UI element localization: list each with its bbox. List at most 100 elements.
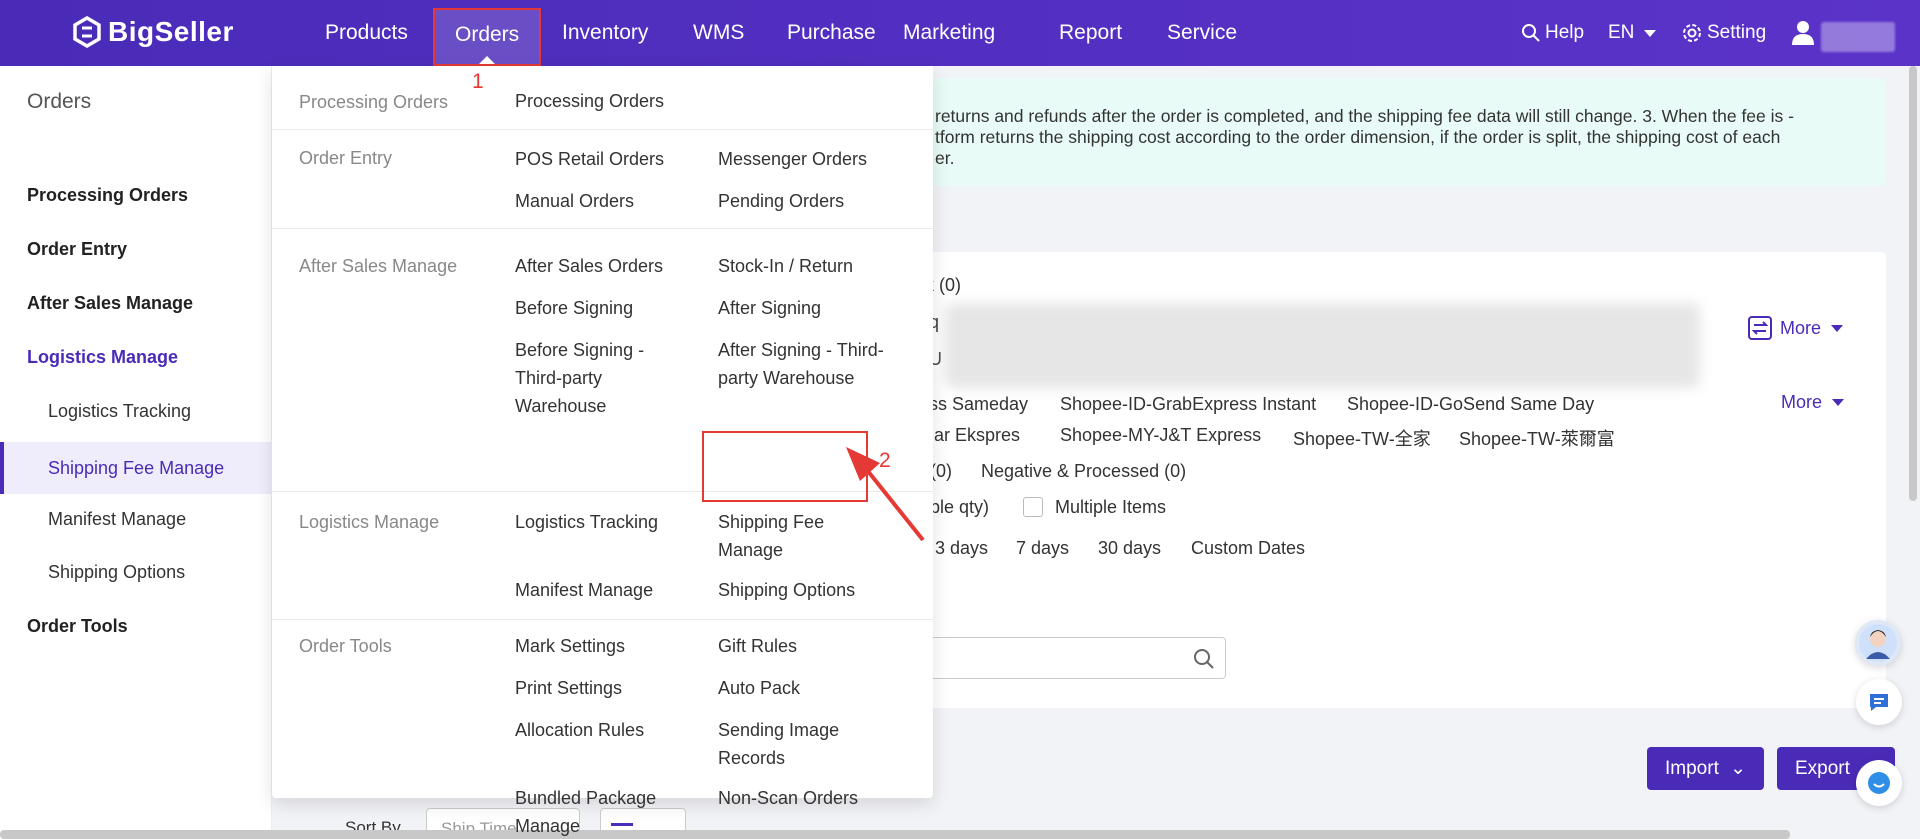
smile-icon	[1868, 772, 1890, 794]
date-custom[interactable]: Custom Dates	[1191, 538, 1305, 559]
menu-item-processing-orders[interactable]: Processing Orders	[515, 87, 664, 115]
carrier-option[interactable]: Shopee-MY-J&T Express	[1060, 425, 1261, 446]
annotation-arrow-icon	[846, 447, 925, 542]
sidebar-item-order-entry[interactable]: Order Entry	[0, 228, 272, 270]
top-navigation-bar: BigSeller Products Orders Inventory WMS …	[0, 0, 1920, 66]
sidebar-item-processing-orders[interactable]: Processing Orders	[0, 174, 272, 216]
menu-section-processing-orders: Processing Orders Processing Orders Orde…	[272, 66, 933, 229]
vertical-scrollbar[interactable]	[1909, 66, 1917, 501]
support-avatar[interactable]	[1855, 620, 1901, 666]
menu-section-label: Order Tools	[299, 636, 392, 656]
nav-inventory[interactable]: Inventory	[562, 0, 648, 66]
status-option[interactable]: (0)	[930, 461, 952, 482]
sidebar-item-logistics-tracking[interactable]: Logistics Tracking	[0, 390, 272, 432]
more-label-2: More	[1781, 392, 1823, 412]
menu-item-manifest-manage[interactable]: Manifest Manage	[515, 576, 653, 604]
menu-item-sending-image-records[interactable]: Sending Image Records	[718, 716, 878, 772]
menu-section-label: After Sales Manage	[299, 256, 458, 276]
notice-line-1: returns and refunds after the order is c…	[935, 106, 1794, 126]
more-label-1: More	[1780, 317, 1822, 338]
sidebar: Orders Processing Orders Order Entry Aft…	[0, 66, 272, 839]
menu-item-pending-orders[interactable]: Pending Orders	[718, 187, 844, 215]
chevron-down-icon	[1644, 29, 1657, 37]
import-label: Import	[1665, 758, 1719, 779]
bigseller-logo[interactable]: BigSeller	[72, 16, 234, 48]
menu-item-print-settings[interactable]: Print Settings	[515, 674, 622, 702]
sidebar-title: Orders	[27, 90, 92, 113]
search-icon	[1522, 24, 1540, 42]
export-label: Export	[1795, 758, 1850, 779]
date-3-days[interactable]: 3 days	[935, 538, 988, 559]
user-icon[interactable]	[1791, 20, 1815, 46]
chevron-down-icon	[1832, 399, 1845, 406]
nav-orders[interactable]: Orders	[433, 8, 542, 66]
nav-service[interactable]: Service	[1167, 0, 1237, 66]
feedback-button[interactable]	[1856, 760, 1902, 806]
menu-item-after-signing-third-party[interactable]: After Signing - Third-party Warehouse	[718, 336, 908, 392]
nav-purchase[interactable]: Purchase	[787, 0, 876, 66]
sidebar-item-after-sales-manage[interactable]: After Sales Manage	[0, 282, 272, 324]
sidebar-item-shipping-options[interactable]: Shipping Options	[0, 551, 272, 593]
sidebar-item-manifest-manage[interactable]: Manifest Manage	[0, 498, 272, 540]
menu-item-allocation-rules[interactable]: Allocation Rules	[515, 716, 644, 744]
menu-item-bundled-package-manage[interactable]: Bundled Package Manage	[515, 784, 675, 839]
menu-item-manual-orders[interactable]: Manual Orders	[515, 187, 634, 215]
menu-item-logistics-tracking[interactable]: Logistics Tracking	[515, 508, 658, 536]
menu-item-stock-in-return[interactable]: Stock-In / Return	[718, 252, 853, 280]
menu-section-label: Processing Orders	[299, 92, 449, 112]
help-link[interactable]: Help	[1521, 0, 1584, 66]
menu-item-before-signing-third-party[interactable]: Before Signing - Third-party Warehouse	[515, 336, 675, 420]
notice-line-2: tform returns the shipping cost accordin…	[935, 127, 1781, 147]
bigseller-logo-icon	[73, 16, 101, 48]
chevron-down-icon	[1831, 324, 1844, 332]
menu-item-non-scan-orders[interactable]: Non-Scan Orders	[718, 784, 858, 812]
menu-item-after-sales-orders[interactable]: After Sales Orders	[515, 252, 663, 280]
menu-item-messenger-orders[interactable]: Messenger Orders	[718, 145, 867, 173]
language-selector[interactable]: EN	[1608, 0, 1657, 66]
horizontal-scrollbar[interactable]	[0, 830, 1790, 839]
menu-item-auto-pack[interactable]: Auto Pack	[718, 674, 800, 702]
carrier-option[interactable]: Shopee-ID-GoSend Same Day	[1347, 394, 1594, 415]
menu-item-after-signing[interactable]: After Signing	[718, 294, 821, 322]
search-input[interactable]	[920, 637, 1226, 679]
more-dropdown-carriers[interactable]: More	[1781, 392, 1845, 413]
sidebar-item-order-tools[interactable]: Order Tools	[0, 605, 272, 647]
caret-up-icon	[479, 56, 496, 64]
menu-section-label: Logistics Manage	[299, 512, 440, 532]
menu-section-order-tools: Order Tools Mark Settings Gift Rules Pri…	[272, 620, 933, 836]
username-redacted[interactable]	[1821, 22, 1895, 52]
divider	[272, 129, 933, 130]
menu-item-before-signing[interactable]: Before Signing	[515, 294, 633, 322]
menu-item-shipping-options[interactable]: Shipping Options	[718, 576, 855, 604]
search-icon[interactable]	[1193, 648, 1215, 670]
carrier-option[interactable]: Shopee-TW-全家	[1293, 425, 1431, 451]
menu-item-shipping-fee-manage[interactable]: Shipping Fee Manage	[718, 508, 858, 564]
sidebar-item-logistics-manage[interactable]: Logistics Manage	[0, 336, 272, 378]
date-30-days[interactable]: 30 days	[1098, 538, 1161, 559]
carrier-option[interactable]: ss Sameday	[929, 394, 1028, 415]
support-agent-icon	[1859, 624, 1897, 662]
date-7-days[interactable]: 7 days	[1016, 538, 1069, 559]
setting-link[interactable]: Setting	[1681, 0, 1766, 66]
nav-products[interactable]: Products	[325, 0, 408, 66]
nav-report[interactable]: Report	[1059, 0, 1122, 66]
status-negative-processed[interactable]: Negative & Processed (0)	[981, 461, 1186, 482]
carrier-option[interactable]: Shopee-TW-萊爾富	[1459, 425, 1615, 451]
menu-section-logistics-manage: Logistics Manage Logistics Tracking Ship…	[272, 492, 933, 620]
chat-button[interactable]	[1856, 679, 1902, 725]
menu-item-mark-settings[interactable]: Mark Settings	[515, 632, 625, 660]
sidebar-item-shipping-fee-manage[interactable]: Shipping Fee Manage	[0, 442, 272, 494]
menu-item-gift-rules[interactable]: Gift Rules	[718, 632, 797, 660]
menu-section-label: Order Entry	[299, 148, 393, 168]
notice-line-3: er.	[935, 148, 955, 168]
import-button[interactable]: Import ⌄	[1647, 747, 1765, 790]
nav-marketing[interactable]: Marketing	[903, 0, 995, 66]
language-label: EN	[1608, 22, 1635, 43]
carrier-option[interactable]: Shopee-ID-GrabExpress Instant	[1060, 394, 1316, 415]
qty-option[interactable]: ple qty)	[930, 497, 989, 518]
multiple-items-checkbox[interactable]	[1023, 497, 1043, 517]
chat-icon	[1870, 694, 1888, 711]
nav-wms[interactable]: WMS	[693, 0, 744, 66]
menu-item-pos-retail-orders[interactable]: POS Retail Orders	[515, 145, 664, 173]
more-dropdown-stores[interactable]: More	[1748, 316, 1844, 340]
